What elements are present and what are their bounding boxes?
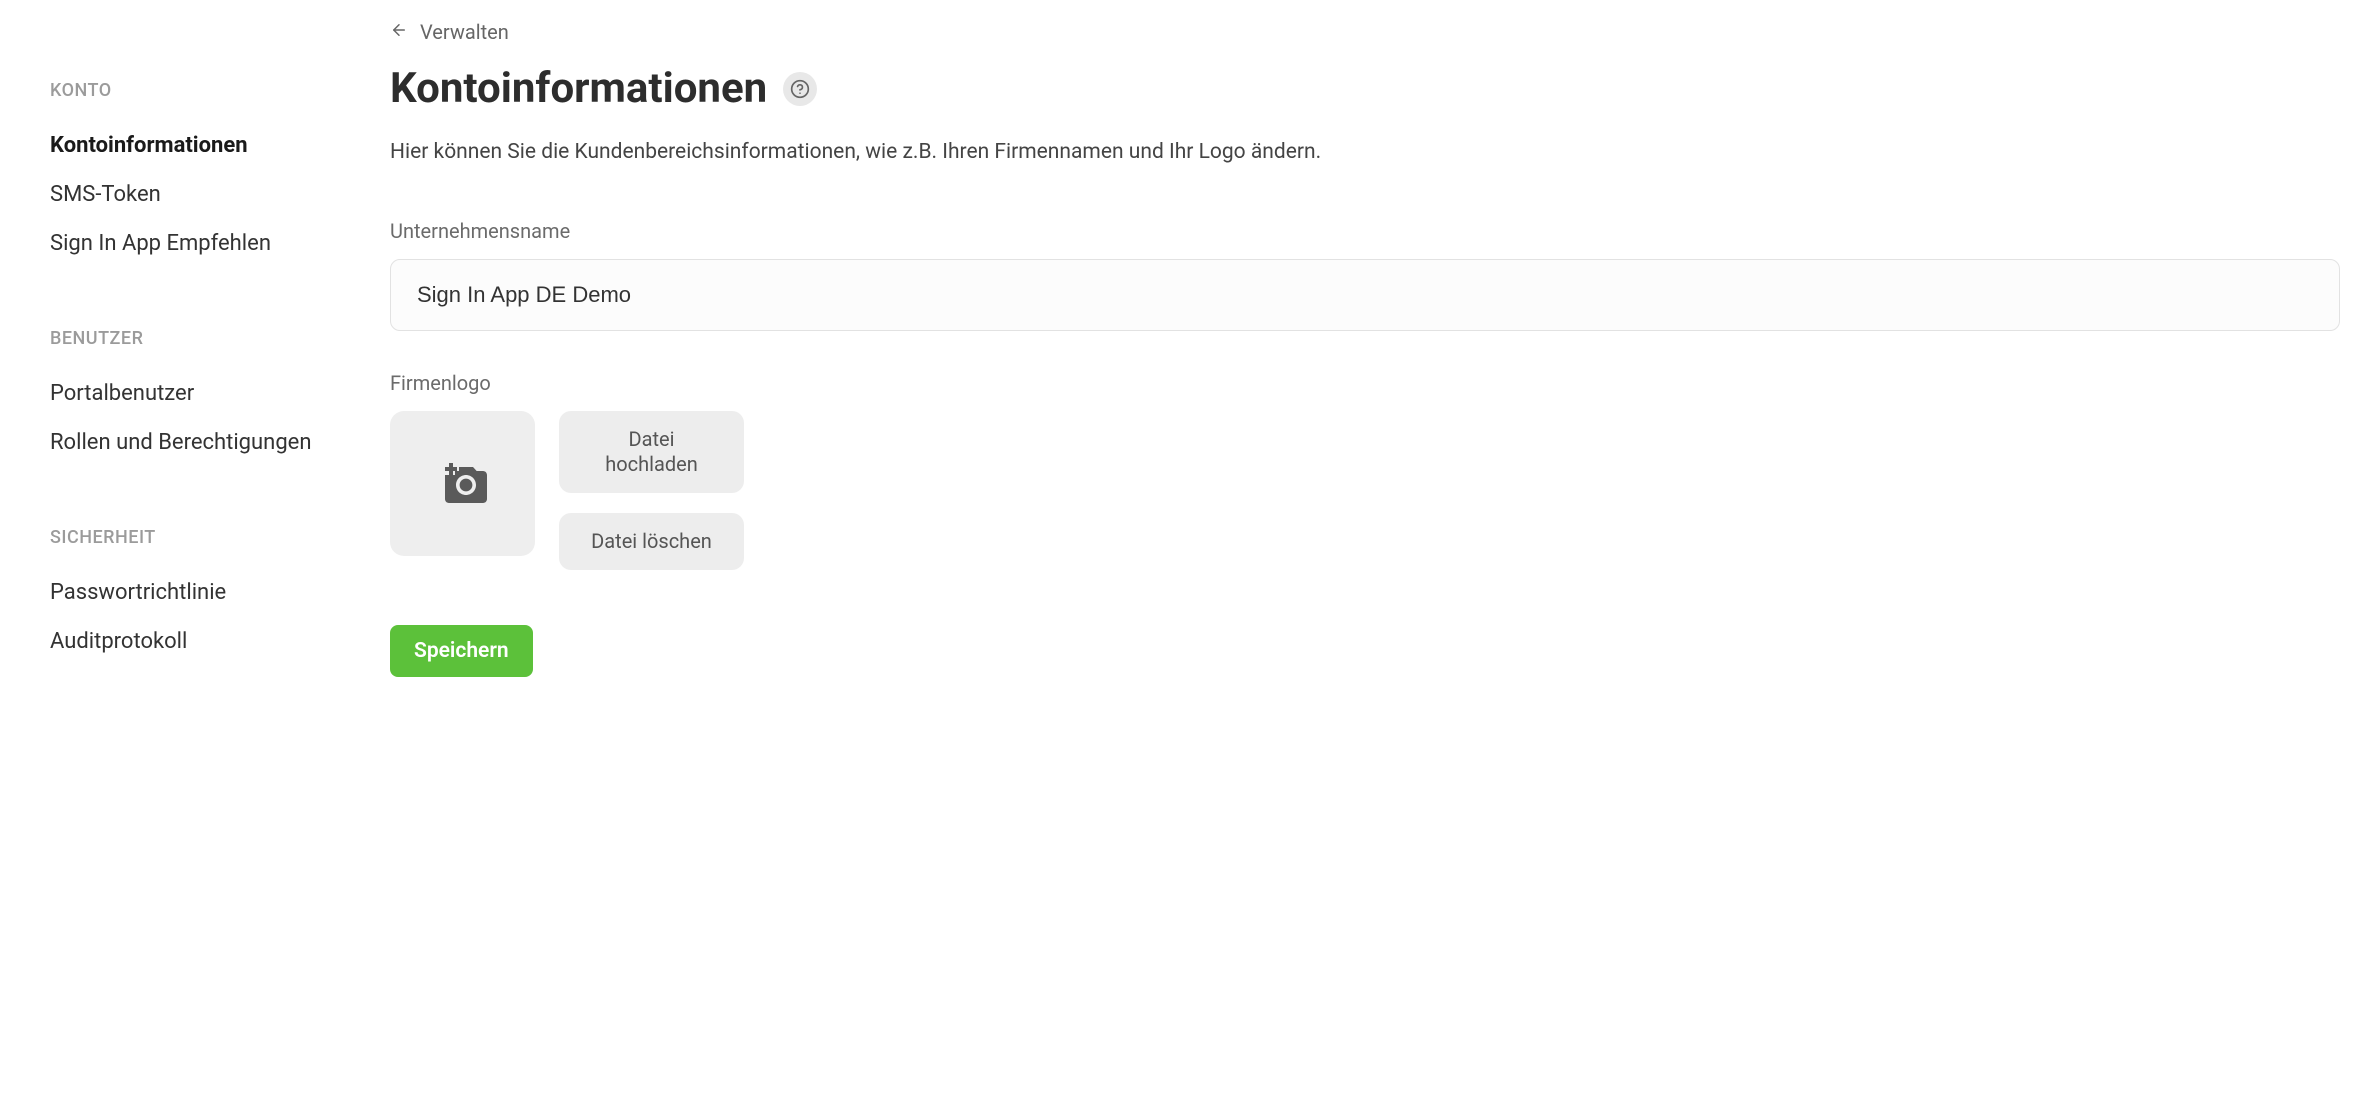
company-name-field: Unternehmensname [390, 219, 2340, 371]
sidebar-item-sign-in-app-empfehlen[interactable]: Sign In App Empfehlen [50, 219, 380, 268]
logo-preview[interactable] [390, 411, 535, 556]
sidebar-section-konto: KONTO Kontoinformationen SMS-Token Sign … [50, 80, 380, 268]
logo-buttons: Datei hochladen Datei löschen [559, 411, 744, 570]
sidebar-item-rollen-und-berechtigungen[interactable]: Rollen und Berechtigungen [50, 418, 380, 467]
title-row: Kontoinformationen [390, 64, 2340, 113]
sidebar-section-sicherheit: SICHERHEIT Passwortrichtlinie Auditproto… [50, 527, 380, 666]
upload-file-button[interactable]: Datei hochladen [559, 411, 744, 493]
company-name-input[interactable] [390, 259, 2340, 331]
sidebar-item-sms-token[interactable]: SMS-Token [50, 170, 380, 219]
sidebar-section-header: SICHERHEIT [50, 527, 380, 548]
sidebar-section-header: BENUTZER [50, 328, 380, 349]
page-description: Hier können Sie die Kundenbereichsinform… [390, 137, 2340, 169]
logo-row: Datei hochladen Datei löschen [390, 411, 2340, 570]
breadcrumb-label: Verwalten [420, 20, 509, 44]
add-photo-icon [439, 457, 487, 509]
sidebar-section-header: KONTO [50, 80, 380, 101]
sidebar-section-benutzer: BENUTZER Portalbenutzer Rollen und Berec… [50, 328, 380, 467]
logo-label: Firmenlogo [390, 371, 2340, 395]
company-name-label: Unternehmensname [390, 219, 2340, 243]
sidebar-item-portalbenutzer[interactable]: Portalbenutzer [50, 369, 380, 418]
arrow-left-icon [390, 20, 408, 44]
page-title: Kontoinformationen [390, 64, 767, 113]
save-button[interactable]: Speichern [390, 625, 533, 677]
logo-field: Firmenlogo Datei hochladen Datei löschen [390, 371, 2340, 570]
sidebar-item-passwortrichtlinie[interactable]: Passwortrichtlinie [50, 568, 380, 617]
main-content: Verwalten Kontoinformationen Hier können… [380, 0, 2380, 726]
sidebar-item-kontoinformationen[interactable]: Kontoinformationen [50, 121, 380, 170]
breadcrumb[interactable]: Verwalten [390, 20, 2340, 44]
delete-file-button[interactable]: Datei löschen [559, 513, 744, 570]
help-icon[interactable] [783, 72, 817, 106]
sidebar: KONTO Kontoinformationen SMS-Token Sign … [0, 0, 380, 726]
sidebar-item-auditprotokoll[interactable]: Auditprotokoll [50, 617, 380, 666]
